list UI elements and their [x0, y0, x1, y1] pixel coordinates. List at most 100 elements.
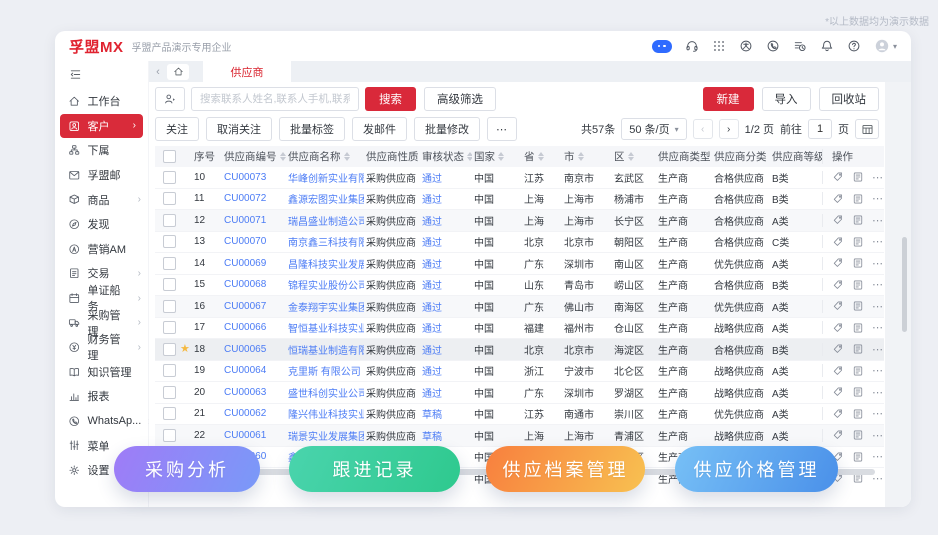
- row-checkbox[interactable]: [163, 235, 176, 249]
- table-row[interactable]: ★ 19 CU00064克里斯 有限公司采购供应商通过中国 浙江 宁波市 北仑区 生产商 战略…: [155, 361, 884, 382]
- import-button[interactable]: 导入: [761, 87, 811, 111]
- log-icon[interactable]: [852, 451, 864, 463]
- log-icon[interactable]: [852, 386, 864, 398]
- row-checkbox[interactable]: [163, 170, 176, 184]
- column-header-country[interactable]: 国家: [472, 149, 522, 164]
- table-row[interactable]: ★ 21 CU00062隆兴伟业科技实业采购供应商草稿中国 江苏 南通市 崇川区 生产商 优先…: [155, 404, 884, 425]
- cell-code[interactable]: CU00073: [222, 172, 286, 183]
- cell-status[interactable]: 通过: [420, 342, 472, 357]
- more-icon[interactable]: ⋯: [872, 300, 884, 313]
- tab-supplier[interactable]: 供应商: [203, 61, 291, 82]
- cell-status[interactable]: 草稿: [420, 406, 472, 421]
- more-icon[interactable]: ⋯: [872, 407, 884, 420]
- sort-icon[interactable]: [627, 152, 634, 161]
- cell-code[interactable]: CU00070: [222, 236, 286, 247]
- row-checkbox[interactable]: [163, 385, 176, 399]
- bell-icon[interactable]: [820, 39, 834, 53]
- cell-name[interactable]: 盛世科创实业公司: [286, 385, 364, 400]
- row-checkbox[interactable]: [163, 428, 176, 442]
- more-icon[interactable]: ⋯: [872, 429, 884, 442]
- log-icon[interactable]: [852, 322, 864, 334]
- table-row[interactable]: ★ 10 CU00073华峰创新实业有限...采购供应商通过中国 江苏 南京市 玄武区 生产…: [155, 167, 884, 189]
- cell-name[interactable]: 锦程实业股份公司: [286, 277, 364, 292]
- star-icon[interactable]: ★: [180, 343, 190, 355]
- cell-name[interactable]: 克里斯 有限公司: [286, 363, 364, 378]
- cell-code[interactable]: CU00072: [222, 193, 286, 204]
- search-button[interactable]: 搜索: [365, 87, 416, 111]
- log-icon[interactable]: [852, 429, 864, 441]
- log-icon[interactable]: [852, 236, 864, 248]
- cell-name[interactable]: 南京鑫三科技有限...: [286, 234, 364, 249]
- send-mail-button[interactable]: 发邮件: [352, 117, 407, 141]
- cell-code[interactable]: CU00061: [222, 430, 286, 441]
- table-row[interactable]: ★ 20 CU00063盛世科创实业公司采购供应商通过中国 广东 深圳市 罗湖区 生产商 战略…: [155, 382, 884, 404]
- cell-name[interactable]: 隆兴伟业科技实业: [286, 406, 364, 421]
- tag-icon[interactable]: [832, 171, 844, 183]
- float-button-purchase-analysis[interactable]: 采购分析: [114, 446, 260, 492]
- log-icon[interactable]: [852, 408, 864, 420]
- contact-filter-button[interactable]: [155, 87, 185, 111]
- log-icon[interactable]: [852, 257, 864, 269]
- column-header-name[interactable]: 供应商名称: [286, 149, 364, 164]
- star-icon[interactable]: ★: [180, 172, 190, 183]
- sidebar-item-marketing[interactable]: 营销AM: [55, 237, 148, 262]
- vertical-scrollbar[interactable]: [902, 237, 907, 332]
- star-icon[interactable]: ★: [180, 430, 190, 441]
- column-header-category[interactable]: 供应商分类: [712, 149, 770, 164]
- cell-status[interactable]: 通过: [420, 277, 472, 292]
- star-icon[interactable]: ★: [180, 387, 190, 398]
- cell-name[interactable]: 华峰创新实业有限...: [286, 170, 364, 185]
- row-checkbox[interactable]: [163, 213, 176, 227]
- star-icon[interactable]: ★: [180, 408, 190, 419]
- row-checkbox[interactable]: [163, 342, 176, 356]
- row-checkbox[interactable]: [163, 192, 176, 206]
- row-checkbox[interactable]: [163, 407, 176, 421]
- more-icon[interactable]: ⋯: [872, 235, 884, 248]
- log-icon[interactable]: [852, 279, 864, 291]
- recycle-bin-button[interactable]: 回收站: [818, 87, 879, 111]
- cell-status[interactable]: 通过: [420, 234, 472, 249]
- table-row[interactable]: ★ 14 CU00069昌隆科技实业发展...采购供应商通过中国 广东 深圳市 南山区 生产…: [155, 253, 884, 275]
- search-input[interactable]: [191, 87, 359, 111]
- sidebar-item-whatsapp[interactable]: WhatsAp...›: [55, 409, 152, 434]
- cell-status[interactable]: 通过: [420, 170, 472, 185]
- more-icon[interactable]: ⋯: [872, 214, 884, 227]
- column-header-status[interactable]: 审核状态: [420, 149, 472, 164]
- cell-code[interactable]: CU00062: [222, 408, 286, 419]
- star-icon[interactable]: ★: [180, 215, 190, 226]
- cell-code[interactable]: CU00066: [222, 322, 286, 333]
- star-icon[interactable]: ★: [180, 322, 190, 333]
- cell-status[interactable]: 通过: [420, 299, 472, 314]
- more-icon[interactable]: ⋯: [872, 450, 884, 463]
- table-row[interactable]: ★ 11 CU00072鑫源宏图实业集团采购供应商通过中国 上海 上海市 杨浦市 生产商 合格…: [155, 189, 884, 210]
- table-row[interactable]: ★ 18 CU00065恒瑞基业制造有限...采购供应商通过中国 北京 北京市 海淀区 生产…: [155, 339, 884, 361]
- sidebar-item-customer[interactable]: 客户 ›: [60, 113, 143, 139]
- more-icon[interactable]: ⋯: [872, 386, 884, 399]
- home-tab-button[interactable]: [167, 63, 189, 80]
- tag-icon[interactable]: [832, 408, 844, 420]
- cell-code[interactable]: CU00064: [222, 365, 286, 376]
- tag-icon[interactable]: [832, 279, 844, 291]
- tag-icon[interactable]: [832, 214, 844, 226]
- unfollow-button[interactable]: 取消关注: [206, 117, 272, 141]
- log-icon[interactable]: [852, 214, 864, 226]
- cell-code[interactable]: CU00065: [222, 344, 286, 355]
- tag-icon[interactable]: [832, 365, 844, 377]
- sidebar-collapse-button[interactable]: [55, 63, 148, 89]
- star-icon[interactable]: ★: [180, 236, 190, 247]
- log-icon[interactable]: [852, 343, 864, 355]
- cell-code[interactable]: CU00071: [222, 215, 286, 226]
- column-header-district[interactable]: 区: [612, 149, 656, 164]
- column-header-type[interactable]: 供应商类型: [656, 149, 712, 164]
- cell-status[interactable]: 通过: [420, 385, 472, 400]
- tag-icon[interactable]: [832, 322, 844, 334]
- more-icon[interactable]: ⋯: [872, 192, 884, 205]
- cell-name[interactable]: 瑞昌盛业制造公司: [286, 213, 364, 228]
- sort-icon[interactable]: [498, 152, 504, 161]
- goto-page-input[interactable]: [808, 119, 832, 139]
- translate-icon[interactable]: [739, 39, 753, 53]
- tag-icon[interactable]: [832, 257, 844, 269]
- sort-icon[interactable]: [537, 152, 544, 161]
- advanced-filter-button[interactable]: 高级筛选: [424, 87, 496, 111]
- more-icon[interactable]: ⋯: [872, 171, 884, 184]
